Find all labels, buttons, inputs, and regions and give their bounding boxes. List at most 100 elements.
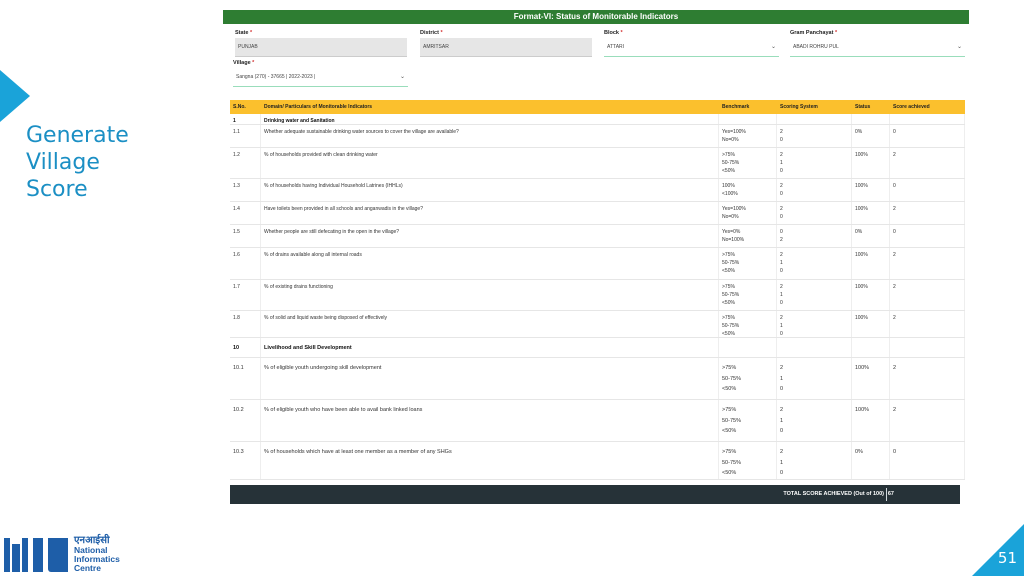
scoring-line: 1 — [780, 375, 784, 382]
cell-score: 0 — [890, 125, 965, 147]
scoring-line: 1 — [780, 417, 784, 424]
scoring-line: 0 — [780, 137, 783, 143]
gram-panchayat-field: Gram Panchayat * ABADI ROHRU PUL ⌄ — [790, 30, 965, 57]
cell-scoring: 2 1 0 — [777, 358, 852, 399]
scoring-line: 1 — [780, 160, 783, 166]
cell-scoring: 2 1 0 — [777, 280, 852, 310]
scoring-line: 2 — [780, 237, 783, 243]
village-select[interactable]: Sangna (270) - 37665 | 2022-2023 | ⌄ — [233, 68, 408, 87]
cell-sno: 10.1 — [230, 358, 261, 399]
benchmark-line: 50-75% — [722, 323, 740, 329]
benchmark-line: 50-75% — [722, 459, 741, 466]
cell-indicator: Whether people are still defecating in t… — [261, 225, 719, 247]
benchmark-line: No=0% — [722, 137, 739, 143]
scoring-line: 0 — [780, 300, 783, 306]
scoring-line: 1 — [780, 260, 783, 266]
cell-score: 0 — [890, 225, 965, 247]
benchmark-line: <50% — [722, 268, 735, 274]
col-status: Status — [855, 104, 871, 110]
total-score-label: TOTAL SCORE ACHIEVED (Out of 100) — [783, 491, 884, 497]
benchmark-line: >75% — [722, 449, 737, 455]
scoring-line: 0 — [780, 268, 783, 274]
scoring-line: 0 — [780, 428, 784, 434]
benchmark-line: 50-75% — [722, 417, 741, 424]
scoring-line: 0 — [780, 191, 783, 197]
cell-indicator: % of households provided with clean drin… — [261, 148, 719, 178]
cell-status: 100% — [852, 179, 890, 201]
cell-scoring: 20 — [777, 125, 852, 147]
benchmark-line: Yes=100% — [722, 206, 746, 212]
cell-benchmark: 100% <100% — [719, 179, 777, 201]
benchmark-line: No=100% — [722, 237, 745, 243]
gram-panchayat-select[interactable]: ABADI ROHRU PUL ⌄ — [790, 38, 965, 57]
cell-scoring: 2 1 0 — [777, 442, 852, 479]
scoring-line: 0 — [780, 229, 783, 235]
cell-score: 2 — [890, 280, 965, 310]
table-header: S.No. Domain/ Particulars of Monitorable… — [230, 100, 965, 114]
col-domain: Domain/ Particulars of Monitorable Indic… — [264, 104, 373, 110]
district-input[interactable]: AMRITSAR — [420, 38, 592, 57]
scoring-line: 2 — [780, 449, 784, 455]
cell-sno: 1.2 — [230, 148, 261, 178]
cell-indicator: % of existing drains functioning — [261, 280, 719, 310]
village-field: Village * Sangna (270) - 37665 | 2022-20… — [233, 60, 408, 87]
cell-status — [852, 338, 890, 357]
benchmark-line: 50-75% — [722, 260, 740, 266]
cell-scoring: 2 1 0 — [777, 400, 852, 441]
benchmark-line: <50% — [722, 428, 737, 434]
cell-benchmark: >75% 50-75% <50% — [719, 442, 777, 479]
col-score: Score achieved — [893, 104, 930, 110]
indicators-table: S.No. Domain/ Particulars of Monitorable… — [230, 100, 965, 480]
table-row: 1.8% of solid and liquid waste being dis… — [230, 311, 965, 338]
scoring-line: 0 — [780, 386, 784, 392]
benchmark-line: Yes=0% — [722, 229, 741, 235]
table-row: 10 Livelihood and Skill Development — [230, 338, 965, 358]
table-body: 1 Drinking water and Sanitation 1.1 Whether… — [230, 114, 965, 480]
cell-status: 100% — [852, 400, 890, 441]
cell-status: 100% — [852, 248, 890, 279]
benchmark-line: >75% — [722, 252, 735, 258]
chevron-down-icon: ⌄ — [956, 44, 962, 50]
benchmark-line: <50% — [722, 386, 737, 392]
cell-scoring: 20 — [777, 179, 852, 201]
benchmark-line: <50% — [722, 470, 737, 476]
slide-number: 51 — [997, 549, 1017, 567]
cell-sno: 10 — [230, 338, 261, 357]
benchmark-line: >75% — [722, 284, 735, 290]
cell-benchmark: >75% 50-75% <50% — [719, 280, 777, 310]
cell-scoring — [777, 114, 852, 124]
cell-status — [852, 114, 890, 124]
state-input[interactable]: PUNJAB — [235, 38, 407, 57]
nic-mark-icon — [4, 537, 68, 572]
cell-scoring: 2 1 0 — [777, 148, 852, 178]
cell-benchmark: >75% 50-75% <50% — [719, 311, 777, 337]
cell-score: 0 — [890, 442, 965, 479]
benchmark-line: 50-75% — [722, 160, 740, 166]
table-row: 1.4 Have toilets been provided in all sch… — [230, 202, 965, 225]
cell-benchmark: Yes=0% No=100% — [719, 225, 777, 247]
cell-indicator: Whether adequate sustainable drinking wa… — [261, 125, 719, 147]
state-field: State * PUNJAB — [235, 30, 407, 57]
scoring-line: 1 — [780, 323, 783, 329]
cell-sno: 1.4 — [230, 202, 261, 224]
cell-indicator: Livelihood and Skill Development — [261, 338, 719, 357]
cell-sno: 10.2 — [230, 400, 261, 441]
decor-triangle — [0, 70, 30, 122]
table-row: 1.2% of households provided with clean d… — [230, 148, 965, 179]
scoring-line: 0 — [780, 331, 783, 337]
cell-benchmark: >75% 50-75% <50% — [719, 148, 777, 178]
block-field: Block * ATTARI ⌄ — [604, 30, 779, 57]
cell-status: 100% — [852, 148, 890, 178]
block-select[interactable]: ATTARI ⌄ — [604, 38, 779, 57]
cell-benchmark: >75% 50-75% <50% — [719, 400, 777, 441]
benchmark-line: <50% — [722, 331, 735, 337]
cell-score: 2 — [890, 148, 965, 178]
benchmark-line: >75% — [722, 315, 735, 321]
scoring-line: 1 — [780, 459, 784, 466]
cell-scoring — [777, 338, 852, 357]
cell-sno: 1.3 — [230, 179, 261, 201]
cell-status: 0% — [852, 125, 890, 147]
table-row: 1.5 Whether people are still defecating i… — [230, 225, 965, 248]
title-line-3: Score — [26, 177, 88, 202]
scoring-line: 2 — [780, 315, 783, 321]
